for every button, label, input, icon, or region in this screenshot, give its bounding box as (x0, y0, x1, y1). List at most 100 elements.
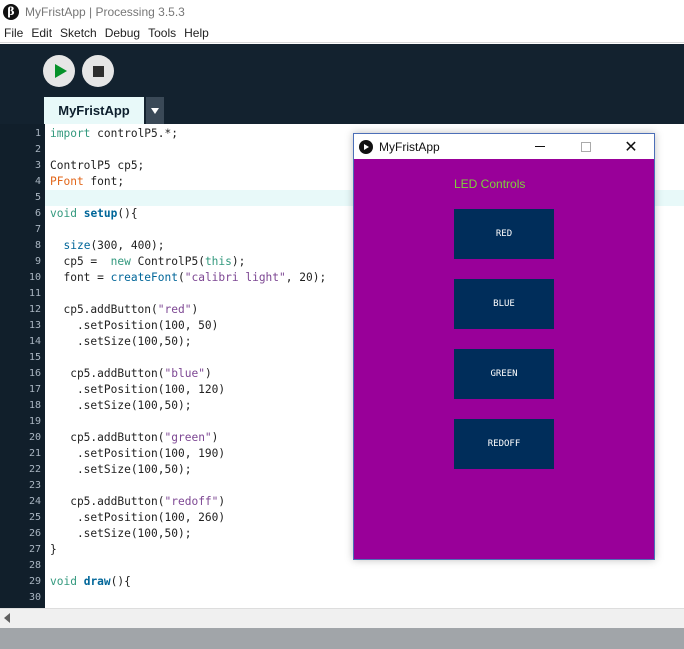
line-number: 9 (34, 256, 41, 267)
code-token: cp5.addButton( (50, 367, 165, 380)
code-token: (){ (117, 207, 138, 220)
line-number: 15 (28, 352, 41, 363)
line-number-gutter: 1 2 3 4 5 6 7 8 9 10 11 12 13 14 15 16 17 18 19 20 21 22 23 24 2… (0, 124, 45, 608)
line-number: 18 (28, 400, 41, 411)
line-number: 24 (28, 496, 41, 507)
code-token: font; (83, 175, 125, 188)
code-token: (300, 400); (90, 239, 165, 252)
code-token: (){ (110, 575, 131, 588)
code-line: .setSize(100,50); (50, 334, 192, 350)
line-number: 21 (28, 448, 41, 459)
window-title: MyFristApp | Processing 3.5.3 (25, 5, 185, 19)
line-number: 26 (28, 528, 41, 539)
code-line: .setSize(100,50); (50, 462, 192, 478)
line-number: 5 (34, 192, 41, 203)
code-token: .setSize(100,50); (50, 399, 192, 412)
chevron-down-icon (151, 107, 159, 114)
code-token: controlP5.*; (90, 127, 178, 140)
line-number: 28 (28, 560, 41, 571)
code-line: .setSize(100,50); (50, 398, 192, 414)
sketch-window-title: MyFristApp (379, 139, 440, 154)
line-number: 27 (28, 544, 41, 555)
code-token: .setPosition(100, 120) (50, 383, 226, 396)
sketch-titlebar[interactable]: MyFristApp ✕ (354, 134, 654, 159)
menu-debug[interactable]: Debug (101, 26, 144, 40)
menu-file[interactable]: File (0, 26, 27, 40)
code-token: setup (83, 207, 118, 220)
code-token: ); (231, 255, 246, 268)
code-token: ( (177, 271, 185, 284)
blue-button[interactable]: BLUE (454, 279, 554, 329)
code-token: "calibri light" (184, 271, 286, 284)
line-number: 14 (28, 336, 41, 347)
code-token: draw (83, 575, 111, 588)
red-button[interactable]: RED (454, 209, 554, 259)
green-button[interactable]: GREEN (454, 349, 554, 399)
scroll-left-arrow-icon[interactable] (4, 613, 10, 623)
line-number: 17 (28, 384, 41, 395)
code-line: cp5.addButton("red") (50, 302, 198, 318)
code-token: , 20); (285, 271, 327, 284)
code-line: .setPosition(100, 260) (50, 510, 225, 526)
code-token: cp5.addButton( (50, 431, 165, 444)
horizontal-scrollbar[interactable] (0, 608, 684, 628)
code-token: ControlP5 cp5; (50, 159, 145, 172)
code-line: size(300, 400); (50, 238, 165, 254)
close-button[interactable]: ✕ (608, 134, 654, 159)
code-token: "blue" (164, 367, 205, 380)
code-token: cp5.addButton( (50, 303, 158, 316)
code-token: cp5.addButton( (50, 495, 165, 508)
line-number: 19 (28, 416, 41, 427)
code-token: } (50, 543, 57, 556)
menubar: File Edit Sketch Debug Tools Help (0, 24, 684, 43)
minimize-button[interactable] (517, 134, 563, 159)
line-number: 2 (34, 144, 41, 155)
play-icon (54, 64, 67, 78)
code-line: PFont font; (50, 174, 124, 190)
code-token: font = (50, 271, 111, 284)
code-line: .setPosition(100, 120) (50, 382, 225, 398)
menu-tools[interactable]: Tools (144, 26, 180, 40)
maximize-icon (581, 141, 591, 152)
code-token: new (110, 255, 131, 268)
code-token: ) (218, 495, 226, 508)
code-token: size (63, 239, 91, 252)
tab-myfristapp[interactable]: MyFristApp (44, 97, 144, 124)
code-token: import (50, 127, 91, 140)
stop-button[interactable] (82, 55, 114, 87)
tab-menu-button[interactable] (146, 97, 164, 124)
run-button[interactable] (43, 55, 75, 87)
processing-app-icon (359, 139, 373, 154)
menu-sketch[interactable]: Sketch (56, 26, 101, 40)
code-token: "red" (157, 303, 192, 316)
code-token: .setPosition(100, 190) (50, 447, 226, 460)
menu-help[interactable]: Help (180, 26, 213, 40)
code-token: ) (211, 431, 219, 444)
code-token: void (50, 207, 77, 220)
code-token: ) (204, 367, 212, 380)
redoff-button[interactable]: REDOFF (454, 419, 554, 469)
code-token: .setPosition(100, 50) (50, 319, 219, 332)
code-line: .setPosition(100, 190) (50, 446, 225, 462)
code-line: ControlP5 cp5; (50, 158, 144, 174)
sketch-window[interactable]: MyFristApp ✕ LED Controls RED BLUE GREEN… (353, 133, 655, 560)
toolbar: MyFristApp (0, 44, 684, 124)
window-titlebar: β MyFristApp | Processing 3.5.3 (0, 0, 684, 24)
code-token: cp5 = (50, 255, 111, 268)
code-line: } (50, 542, 57, 558)
code-token: ) (191, 303, 199, 316)
minimize-icon (535, 146, 545, 147)
line-number: 11 (28, 288, 41, 299)
code-token: this (204, 255, 232, 268)
code-token: "redoff" (164, 495, 219, 508)
code-line: cp5.addButton("redoff") (50, 494, 225, 510)
status-bar (0, 628, 684, 649)
code-line: font = createFont("calibri light", 20); (50, 270, 326, 286)
line-number: 7 (34, 224, 41, 235)
menu-edit[interactable]: Edit (27, 26, 56, 40)
line-number: 10 (28, 272, 41, 283)
maximize-button[interactable] (563, 134, 609, 159)
